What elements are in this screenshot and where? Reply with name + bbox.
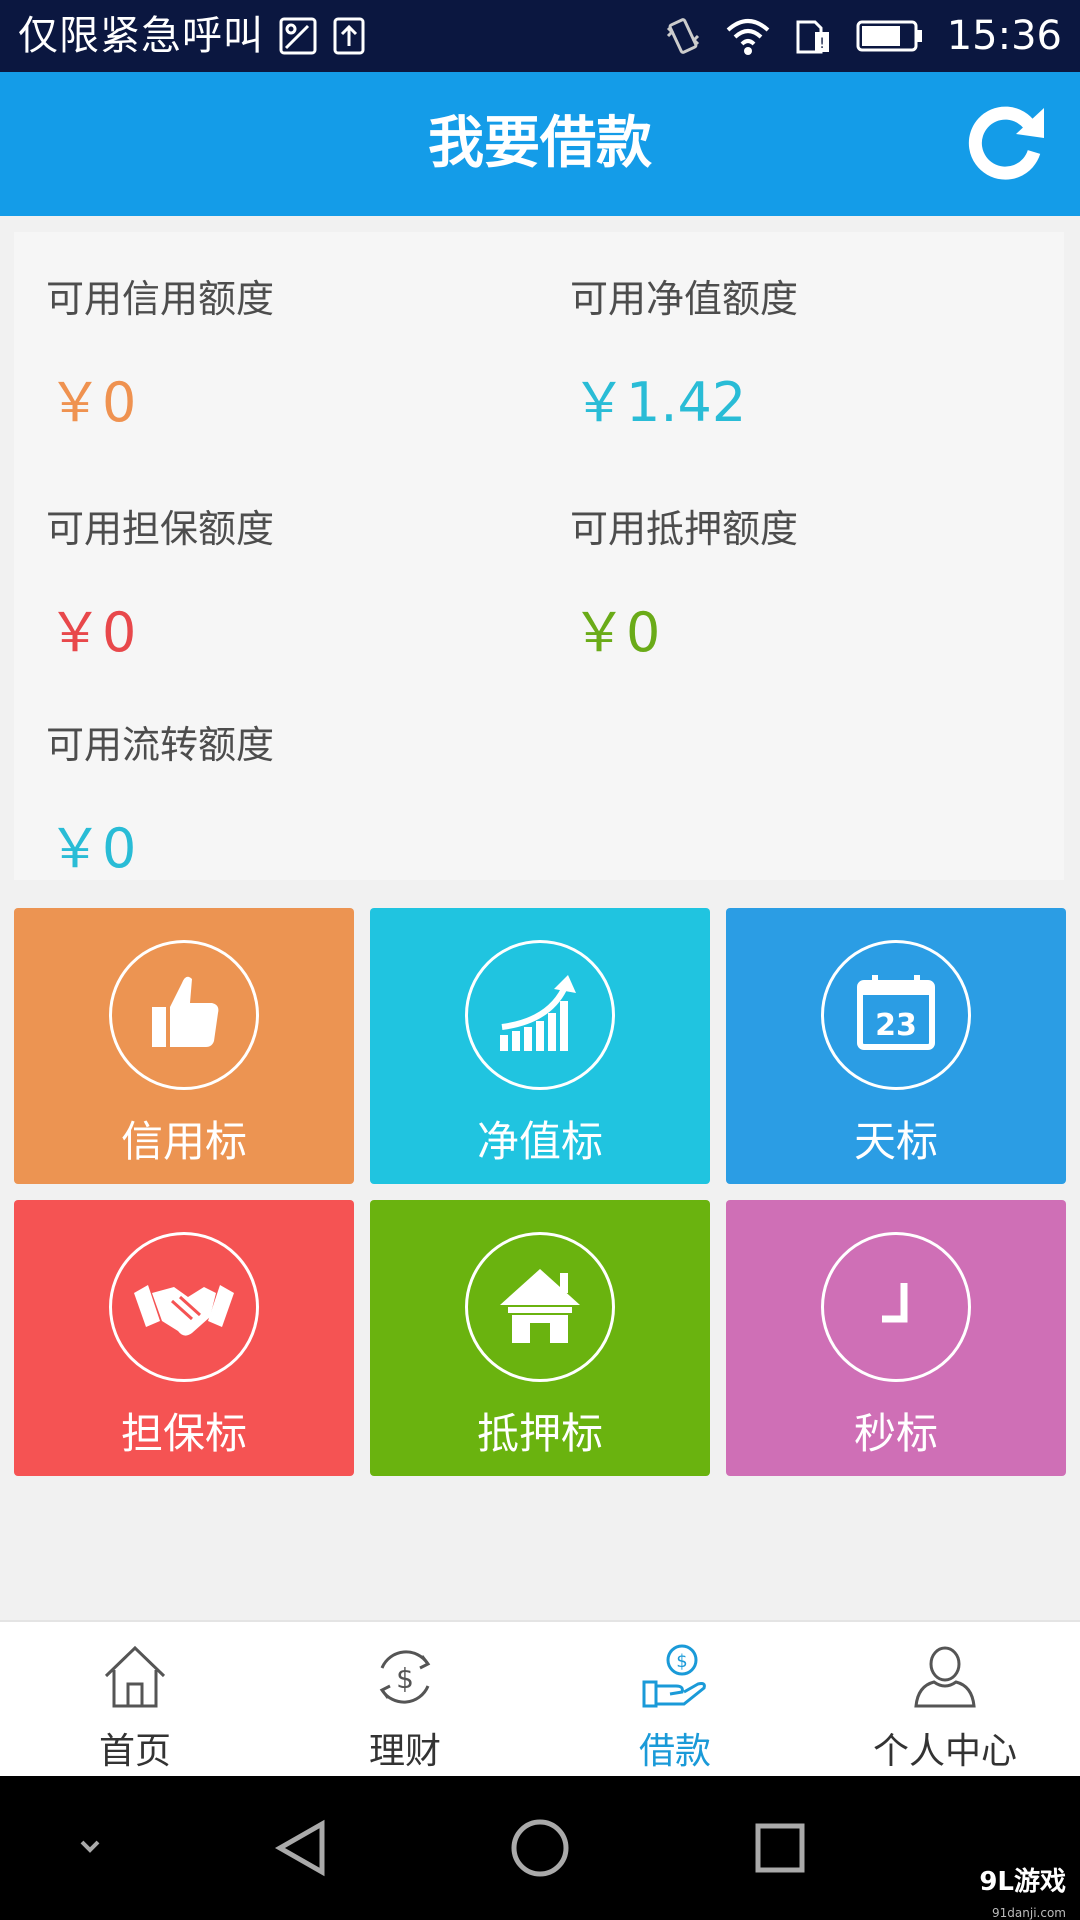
status-right: ! 15:36 (663, 12, 1062, 60)
quota-label-mortgage: 可用抵押额度 (570, 507, 799, 551)
image-notification-icon (278, 16, 318, 56)
tile-icon-ring (465, 1232, 615, 1382)
house-icon (500, 1269, 580, 1343)
nav-item-profile[interactable]: 个人中心 (810, 1622, 1080, 1778)
tile-label: 信用标 (120, 1117, 247, 1166)
battery-icon (855, 16, 925, 56)
hide-nav-button[interactable] (50, 1806, 134, 1890)
nav-item-finance[interactable]: $ 理财 (270, 1622, 540, 1778)
tile-label: 天标 (853, 1117, 938, 1166)
recent-apps-button[interactable] (738, 1806, 822, 1890)
watermark-url: 91danji.com (992, 1906, 1066, 1920)
loan-icon: $ (642, 1644, 706, 1708)
bottom-navigation: 首页 $ 理财 $ 借款 个人中心 (0, 1620, 1080, 1776)
quota-label-transfer: 可用流转额度 (46, 723, 275, 767)
tile-icon-ring (821, 1232, 971, 1382)
quota-value-net-value: ￥1.42 (572, 371, 747, 434)
quota-value-transfer: ￥0 (48, 817, 137, 880)
status-bar: 仅限紧急呼叫 ! 15:36 (0, 0, 1080, 72)
home-circle-icon (511, 1819, 569, 1877)
calendar-day-number: 23 (875, 1008, 917, 1043)
growth-chart-icon (500, 975, 576, 1051)
refresh-button[interactable] (966, 104, 1046, 184)
system-navigation-bar: 9L游戏 91danji.com (0, 1776, 1080, 1920)
vibrate-icon (663, 16, 703, 56)
quota-label-guarantee: 可用担保额度 (46, 507, 275, 551)
nav-label-loan: 借款 (638, 1731, 711, 1772)
nav-label-home: 首页 (98, 1731, 171, 1772)
user-icon (914, 1646, 976, 1708)
chevron-down-icon (80, 1840, 100, 1853)
thumbs-up-icon (152, 976, 219, 1047)
watermark-logo: 9L游戏 (979, 1867, 1066, 1897)
nav-item-loan[interactable]: $ 借款 (540, 1622, 810, 1778)
status-left: 仅限紧急呼叫 (18, 12, 366, 60)
clock-time: 15:36 (946, 13, 1062, 59)
tile-label: 秒标 (853, 1409, 938, 1458)
clock-icon (882, 1283, 908, 1323)
calendar-icon: 23 (857, 975, 935, 1050)
page-title: 我要借款 (428, 111, 652, 176)
nav-label-profile: 个人中心 (872, 1731, 1017, 1772)
back-button[interactable] (258, 1806, 342, 1890)
nav-item-home[interactable]: 首页 (0, 1622, 270, 1778)
home-icon (104, 1645, 166, 1708)
handshake-icon (134, 1285, 234, 1336)
tile-label: 担保标 (120, 1409, 247, 1458)
tile-credit-loan[interactable]: 信用标 (14, 908, 354, 1184)
tile-net-value-loan[interactable]: 净值标 (370, 908, 710, 1184)
tile-icon-ring: 23 (821, 940, 971, 1090)
quota-panel: 可用信用额度 ￥0 可用净值额度 ￥1.42 可用担保额度 ￥0 可用抵押额度 … (14, 232, 1064, 880)
quota-label-net-value: 可用净值额度 (570, 277, 799, 321)
quota-value-mortgage: ￥0 (572, 601, 661, 664)
tile-guarantee-loan[interactable]: 担保标 (14, 1200, 354, 1476)
wifi-icon (725, 16, 771, 56)
tile-label: 抵押标 (476, 1409, 603, 1458)
upload-notification-icon (332, 16, 366, 56)
finance-icon: $ (379, 1650, 431, 1704)
tile-label: 净值标 (476, 1117, 603, 1166)
app-header: 我要借款 (0, 72, 1080, 216)
nav-label-finance: 理财 (368, 1731, 441, 1772)
tile-icon-ring (109, 940, 259, 1090)
tile-icon-ring (109, 1232, 259, 1382)
carrier-text: 仅限紧急呼叫 (18, 13, 264, 59)
svg-text:$: $ (396, 1662, 414, 1695)
quota-value-credit: ￥0 (48, 371, 137, 434)
quota-value-guarantee: ￥0 (48, 601, 137, 664)
tile-icon-ring (465, 940, 615, 1090)
tile-mortgage-loan[interactable]: 抵押标 (370, 1200, 710, 1476)
tile-day-loan[interactable]: 23 天标 (726, 908, 1066, 1184)
svg-text:$: $ (676, 1651, 687, 1672)
sim-card-icon: ! (793, 16, 833, 56)
home-button[interactable] (498, 1806, 582, 1890)
tile-instant-loan[interactable]: 秒标 (726, 1200, 1066, 1476)
back-triangle-icon (274, 1819, 325, 1877)
quota-label-credit: 可用信用额度 (46, 277, 275, 321)
refresh-icon (968, 106, 1044, 180)
recent-square-icon (755, 1823, 805, 1873)
svg-text:!: ! (819, 36, 825, 52)
